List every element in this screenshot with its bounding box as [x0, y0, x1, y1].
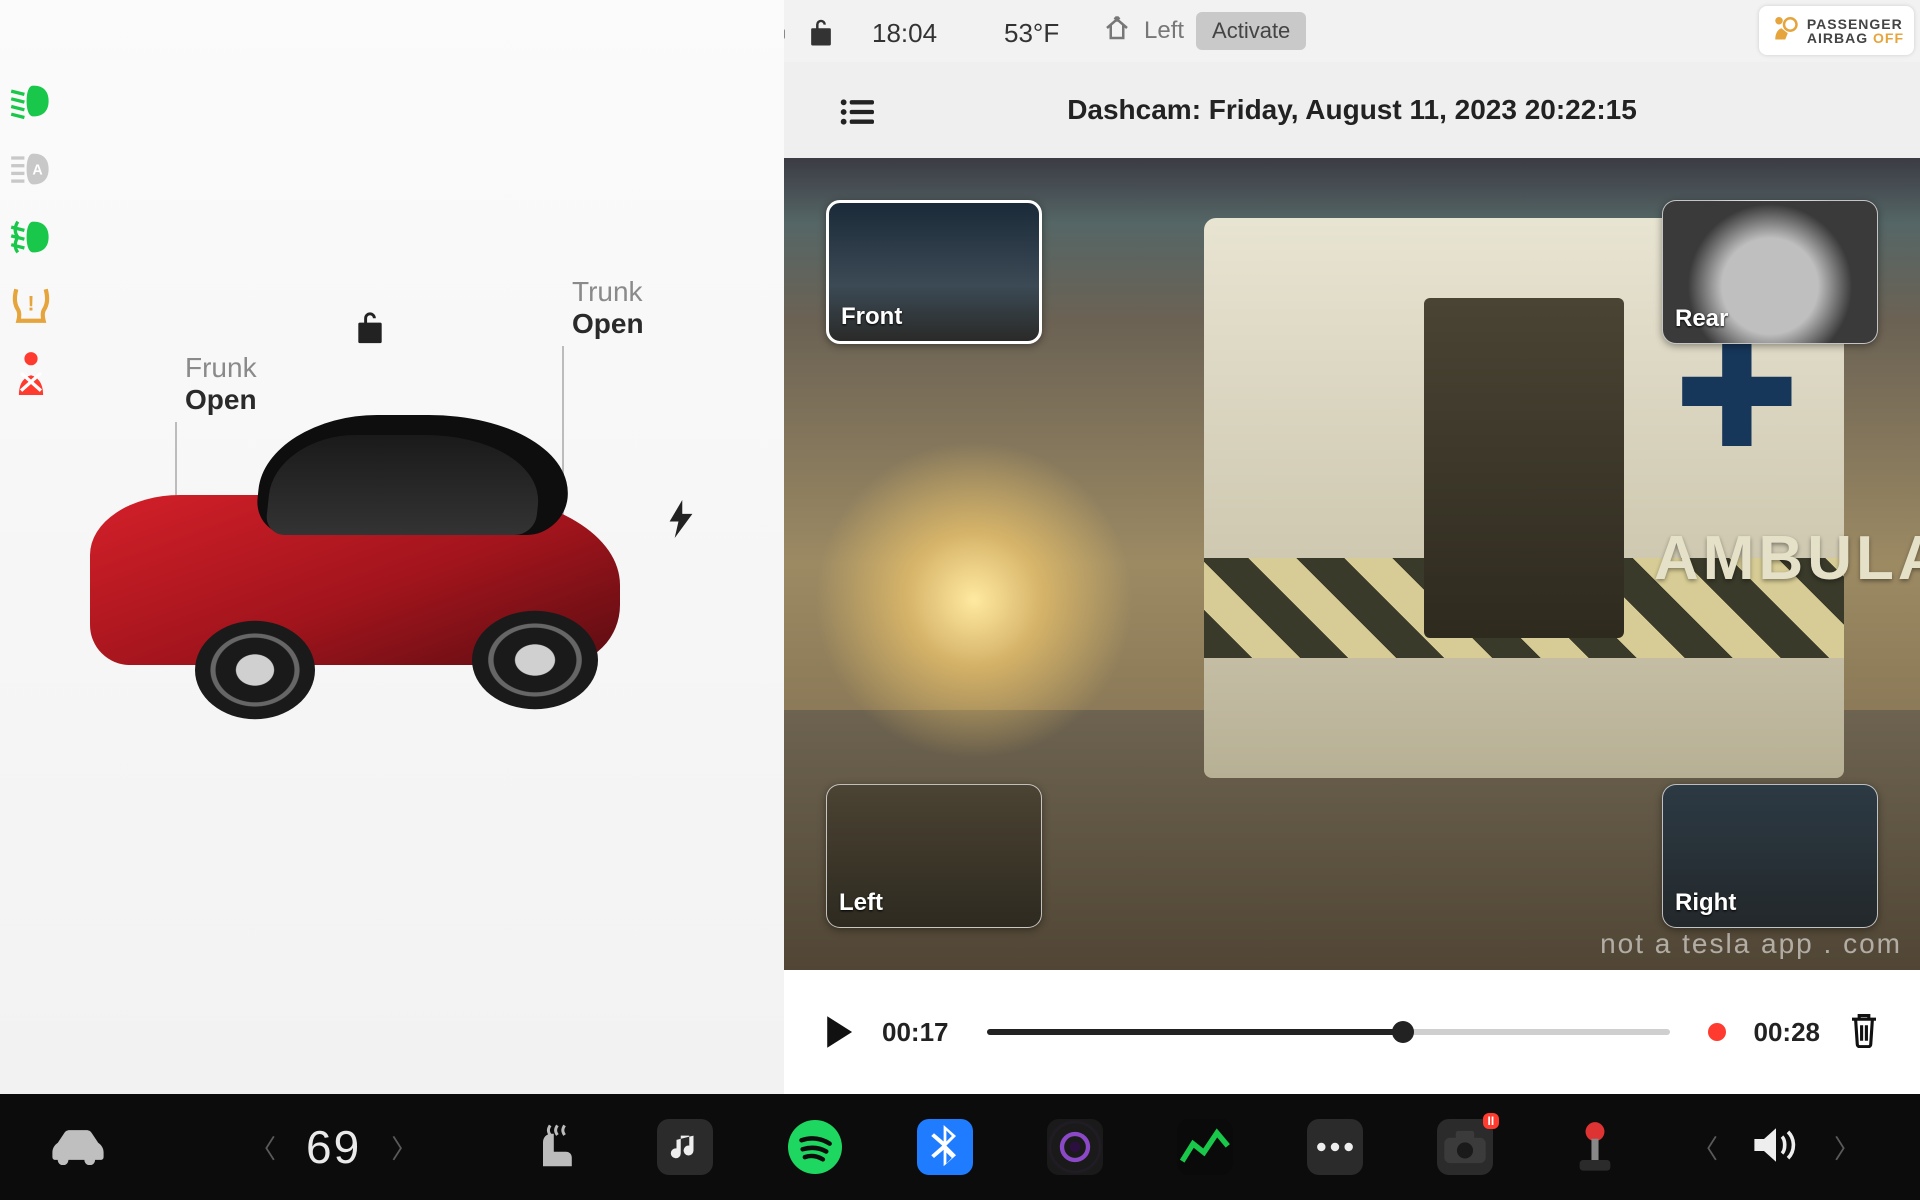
dashcam-controls: 00:17 00:28	[784, 970, 1920, 1094]
camera-thumb-front[interactable]: Front	[826, 200, 1042, 344]
scrubber[interactable]	[987, 1029, 1670, 1035]
svg-text:!: !	[27, 292, 34, 315]
dashcam-viewer: Dashcam: Friday, August 11, 2023 20:22:1…	[784, 62, 1920, 1094]
vehicle-status-panel: A ! FrunkOpen TrunkOpen	[0, 0, 784, 1094]
vehicle-lock-icon[interactable]	[352, 308, 388, 351]
auto-high-beam-icon: A	[8, 146, 54, 192]
bluetooth-app-button[interactable]	[917, 1119, 973, 1175]
homelink-group: Left Activate	[1102, 12, 1306, 50]
camera-thumb-right[interactable]: Right	[1662, 784, 1878, 928]
dashcam-app-button[interactable]: II	[1437, 1119, 1493, 1175]
dashcam-header: Dashcam: Friday, August 11, 2023 20:22:1…	[784, 62, 1920, 158]
low-beam-icon	[8, 78, 54, 124]
temp-up-button[interactable]: 〉	[391, 1129, 417, 1166]
recording-indicator-icon	[1708, 1023, 1726, 1041]
play-button[interactable]	[824, 1015, 854, 1049]
homelink-activate-button[interactable]: Activate	[1196, 12, 1306, 50]
camera-thumb-left[interactable]: Left	[826, 784, 1042, 928]
seatbelt-warning-icon	[8, 350, 54, 396]
telltale-column: A !	[8, 78, 54, 396]
dashcam-video[interactable]: ✚ AMBULANCE not a tesla app . com Front …	[784, 158, 1920, 970]
tpms-warning-icon: !	[8, 282, 54, 328]
homelink-label: Left	[1144, 17, 1184, 45]
temp-down-button[interactable]: 〈	[250, 1129, 276, 1166]
playback-position: 00:17	[882, 1017, 949, 1048]
outside-temperature: 53°F	[1004, 18, 1059, 49]
more-apps-button[interactable]	[1307, 1119, 1363, 1175]
delete-clip-button[interactable]	[1848, 1012, 1880, 1053]
spotify-app-button[interactable]	[787, 1119, 843, 1175]
camera-app-button[interactable]	[1047, 1119, 1103, 1175]
seat-heater-button[interactable]	[527, 1119, 583, 1175]
passenger-airbag-badge: PASSENGERAIRBAG OFF	[1759, 6, 1914, 55]
playback-duration: 00:28	[1754, 1017, 1821, 1048]
camera-thumb-rear[interactable]: Rear	[1662, 200, 1878, 344]
clock: 18:04	[872, 18, 937, 49]
charge-port-icon[interactable]	[668, 500, 694, 543]
music-app-button[interactable]	[657, 1119, 713, 1175]
unlock-icon[interactable]	[806, 16, 836, 55]
vehicle-render	[90, 385, 620, 755]
car-controls-button[interactable]	[46, 1125, 110, 1170]
airbag-icon	[1769, 12, 1799, 49]
energy-app-button[interactable]	[1177, 1119, 1233, 1175]
volume-up-button[interactable]: 〉	[1834, 1129, 1860, 1166]
video-watermark: not a tesla app . com	[1600, 928, 1902, 960]
svg-text:A: A	[32, 163, 42, 179]
clip-list-button[interactable]	[840, 98, 874, 131]
climate-temp-value[interactable]: 69	[306, 1120, 361, 1174]
arcade-app-button[interactable]	[1567, 1119, 1623, 1175]
dashcam-badge: II	[1483, 1113, 1500, 1129]
climate-control: 〈 69 〉	[250, 1120, 417, 1174]
volume-control: 〈 〉	[1692, 1125, 1860, 1170]
volume-icon[interactable]	[1752, 1125, 1800, 1170]
app-tray: II	[527, 1119, 1623, 1175]
volume-down-button[interactable]: 〈	[1692, 1129, 1718, 1166]
fog-light-icon	[8, 214, 54, 260]
bottom-dock: 〈 69 〉	[0, 1094, 1920, 1200]
trunk-callout[interactable]: TrunkOpen	[572, 276, 644, 340]
dashcam-title: Dashcam: Friday, August 11, 2023 20:22:1…	[1067, 94, 1637, 126]
homelink-icon[interactable]	[1102, 13, 1132, 50]
